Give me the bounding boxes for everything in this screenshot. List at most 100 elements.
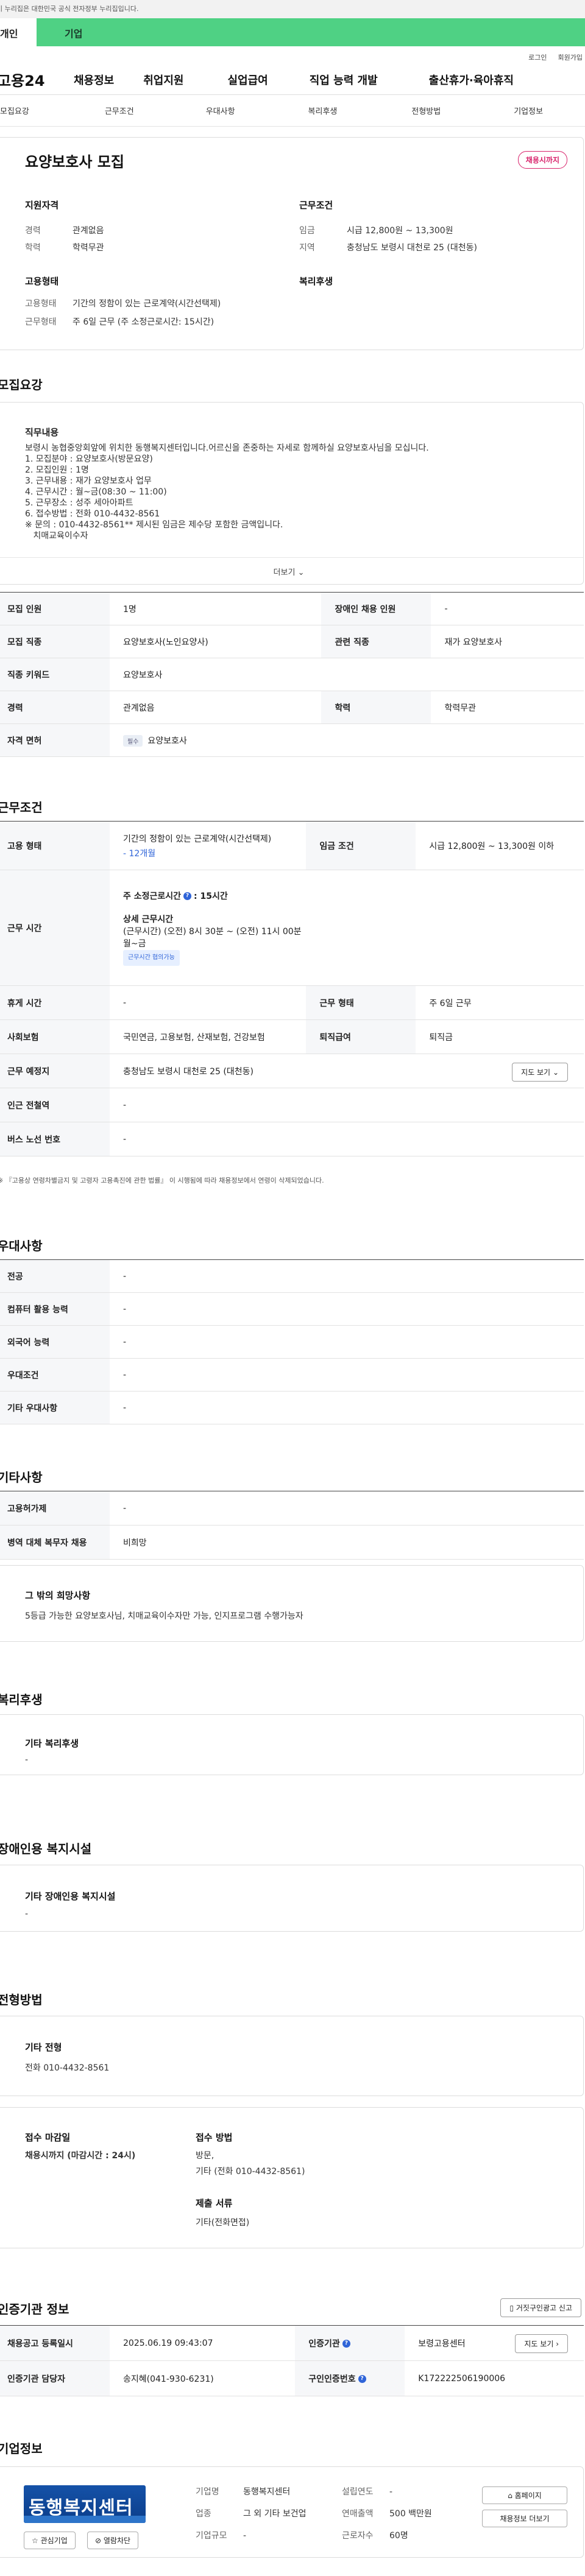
- table-row: 우대조건 -: [0, 1358, 584, 1392]
- process-card: 기타 전형 전화 010-4432-8561: [0, 2016, 584, 2096]
- emp-form: 근무형태 주 6일 근무 (주 소정근로시간: 15시간): [25, 317, 214, 327]
- table-row: 경력 관계없음 학력 학력무관: [0, 691, 584, 724]
- anchor-recruit[interactable]: 모집요강: [0, 105, 29, 116]
- qualification-label: 지원자격: [25, 200, 59, 211]
- anchor-prefer[interactable]: 우대사항: [206, 105, 235, 116]
- star-icon: ☆: [32, 2536, 38, 2545]
- table-row: 사회보험 국민연금, 고용보험, 산재보험, 건강보험 퇴직급여 퇴직금: [0, 1019, 584, 1054]
- table-row: 컴퓨터 활용 능력 -: [0, 1292, 584, 1326]
- table-row: 모집 직종 요양보호사(노인요양사) 관련 직종 재가 요양보호사: [0, 625, 584, 658]
- gov-banner-text: 이 누리집은 대한민국 공식 전자정부 누리집입니다.: [0, 5, 139, 13]
- user-type-tabs: 개인 기업: [0, 18, 585, 46]
- more-jobs-button[interactable]: 채용정보 더보기: [482, 2510, 567, 2527]
- table-row: 직종 키워드 요양보호사: [0, 658, 584, 691]
- weekly-hours: 주 소정근로시간?: 15시간: [123, 891, 228, 901]
- table-row: 모집 인원 1명 장애인 채용 인원 -: [0, 592, 584, 625]
- recruit-info-table: 모집 인원 1명 장애인 채용 인원 - 모집 직종 요양보호사(노인요양사) 관련 직종…: [0, 592, 584, 757]
- qual-experience: 경력 관계없음: [25, 226, 104, 236]
- company-card: 동행복지센터 ☆ 관심기업 ⊘ 열람차단 기업명 동행복지센터 설립연도 - 업종 그…: [0, 2466, 584, 2558]
- job-description-heading: 직무내용: [25, 427, 59, 438]
- employment-type-label: 고용형태: [25, 276, 59, 287]
- login-link[interactable]: 로그인: [528, 54, 547, 62]
- hours-negotiable-tag: 근무시간 협의가능: [123, 949, 180, 966]
- table-row: 근무 시간 주 소정근로시간?: 15시간 상세 근무시간 (근무시간) (오전…: [0, 870, 584, 986]
- utility-links: 로그인 회원가입: [0, 46, 585, 65]
- map-view-button[interactable]: 지도 보기 ⌄: [512, 1063, 568, 1082]
- agency-map-button[interactable]: 지도 보기 ›: [515, 2334, 568, 2353]
- chevron-down-icon: ⌄: [552, 1068, 559, 1077]
- disabled-facility-card: 기타 장애인용 복지시설 -: [0, 1865, 584, 1932]
- table-row: 고용허가제 -: [0, 1491, 584, 1526]
- home-icon: ⌂: [508, 2491, 512, 2500]
- table-row: 근무 예정지 충청남도 보령시 대천로 25 (대천동) 지도 보기 ⌄: [0, 1054, 584, 1088]
- qual-education: 학력 학력무관: [25, 243, 104, 253]
- work-info-table: 고용 형태 기간의 정함이 있는 근로계약(시간선택제) - 12개월 임금 조건…: [0, 821, 584, 1156]
- gnb-unemployment-benefit[interactable]: 실업급여: [228, 72, 268, 88]
- table-row: 휴게 시간 - 근무 형태 주 6일 근무: [0, 985, 584, 1020]
- signup-link[interactable]: 회원가입: [558, 54, 583, 62]
- required-tag: 필수: [123, 734, 143, 747]
- gnb-job-info[interactable]: 채용정보: [74, 72, 114, 88]
- anchor-work[interactable]: 근무조건: [105, 105, 134, 116]
- table-row: 외국어 능력 -: [0, 1325, 584, 1359]
- etc-info-table: 고용허가제 - 병역 대체 복무자 채용 비희망: [0, 1491, 584, 1560]
- condition-label: 근무조건: [299, 200, 333, 211]
- section-recruit-title: 모집요강: [0, 378, 43, 392]
- table-row: 버스 노선 번호 -: [0, 1122, 584, 1156]
- page: 이 누리집은 대한민국 공식 전자정부 누리집입니다. 개인 기업 로그인 회원가…: [0, 0, 585, 2576]
- section-etc-title: 기타사항: [0, 1470, 43, 1485]
- gnb-vocational-training[interactable]: 직업 능력 개발: [310, 72, 378, 88]
- company-logo: 동행복지센터: [24, 2485, 146, 2523]
- cond-region: 지역 충청남도 보령시 대천로 25 (대천동): [299, 243, 477, 253]
- emp-type: 고용형태 기간의 정함이 있는 근로계약(시간선택제): [25, 299, 221, 309]
- age-notice: ※ 『고용상 연령차별금지 및 고령자 고용촉진에 관한 법률』 이 시행됨에 …: [0, 1177, 324, 1184]
- welfare-card: 기타 복리후생 -: [0, 1714, 584, 1775]
- table-row: 인근 전철역 -: [0, 1088, 584, 1122]
- other-wishes-card: 그 밖의 희망사항 5등급 가능한 요양보호사님, 치매교육이수자만 가능, 인…: [0, 1565, 584, 1642]
- section-disabled-title: 장애인용 복지시설: [0, 1842, 92, 1856]
- job-description-text: 보령시 농협중앙회앞에 위치한 동행복지센터입니다.어르신을 존중하는 자세로 …: [25, 443, 429, 541]
- table-row: 전공 -: [0, 1259, 584, 1293]
- homepage-button[interactable]: ⌂ 홈페이지: [482, 2486, 567, 2504]
- table-row: 인증기관 담당자 송지혜(041-930-6231) 구인인증번호? K1722…: [0, 2360, 584, 2396]
- welfare-label: 복리후생: [299, 276, 333, 287]
- tab-personal[interactable]: 개인: [0, 18, 37, 46]
- block-icon: ⊘: [95, 2536, 102, 2545]
- anchor-process[interactable]: 전형방법: [411, 105, 441, 116]
- gnb-employment-support[interactable]: 취업지원: [143, 72, 183, 88]
- chevron-down-icon: ⌄: [297, 568, 305, 577]
- other-wishes-heading: 그 밖의 희망사항: [25, 1590, 91, 1601]
- application-card: 접수 마감일 채용시까지 (마감시간 : 24시) 접수 방법 방문, 기타 (…: [0, 2107, 584, 2248]
- table-row: 자격 면허 필수 요양보호사: [0, 723, 584, 757]
- section-company-title: 기업정보: [0, 2441, 43, 2456]
- more-button[interactable]: 더보기 ⌄: [0, 557, 583, 584]
- deadline-badge: 채용시까지: [517, 151, 567, 169]
- job-title: 요양보호사 모집: [25, 153, 124, 171]
- report-false-ad-button[interactable]: ▯ 거짓구인광고 신고: [500, 2298, 581, 2317]
- cond-wage: 임금 시급 12,800원 ~ 13,300원: [299, 226, 453, 236]
- document-icon: ▯: [509, 2304, 514, 2312]
- info-icon[interactable]: ?: [183, 892, 192, 900]
- job-summary-card: 요양보호사 모집 채용시까지 지원자격 경력 관계없음 학력 학력무관 근무조건 임…: [0, 137, 584, 350]
- prefer-info-table: 전공 - 컴퓨터 활용 능력 - 외국어 능력 - 우대조건 - 기타 우대사항 -: [0, 1259, 584, 1424]
- table-row: 고용 형태 기간의 정함이 있는 근로계약(시간선택제) - 12개월 임금 조건…: [0, 821, 584, 870]
- application-deadline: 채용시까지 (마감시간 : 24시): [25, 2151, 136, 2161]
- gov-banner: 이 누리집은 대한민국 공식 전자정부 누리집입니다.: [0, 0, 585, 18]
- info-icon[interactable]: ?: [358, 2375, 366, 2383]
- table-row: 기타 우대사항 -: [0, 1391, 584, 1424]
- tab-business[interactable]: 기업: [37, 18, 585, 46]
- anchor-welfare[interactable]: 복리후생: [308, 105, 338, 116]
- section-anchor-tabs: 모집요강 근무조건 우대사항 복리후생 전형방법 기업정보: [0, 95, 585, 127]
- favorite-company-button[interactable]: ☆ 관심기업: [24, 2532, 76, 2549]
- section-agency-title: 인증기관 정보: [0, 2302, 69, 2317]
- block-view-button[interactable]: ⊘ 열람차단: [87, 2532, 139, 2549]
- section-welfare-title: 복리후생: [0, 1692, 43, 1707]
- info-icon[interactable]: ?: [342, 2340, 350, 2348]
- table-row: 병역 대체 복무자 채용 비희망: [0, 1525, 584, 1560]
- agency-info-table: 채용공고 등록일시 2025.06.19 09:43:07 인증기관? 보령고용…: [0, 2325, 584, 2396]
- job-description-card: 직무내용 보령시 농협중앙회앞에 위치한 동행복지센터입니다.어르신을 존중하는…: [0, 402, 584, 585]
- gnb-parental-leave[interactable]: 출산휴가·육아휴직: [429, 72, 514, 88]
- anchor-company[interactable]: 기업정보: [514, 105, 543, 116]
- site-logo[interactable]: 고용24: [0, 69, 68, 90]
- global-nav: 고용24 채용정보 취업지원 실업급여 직업 능력 개발 출산휴가·육아휴직: [0, 65, 585, 95]
